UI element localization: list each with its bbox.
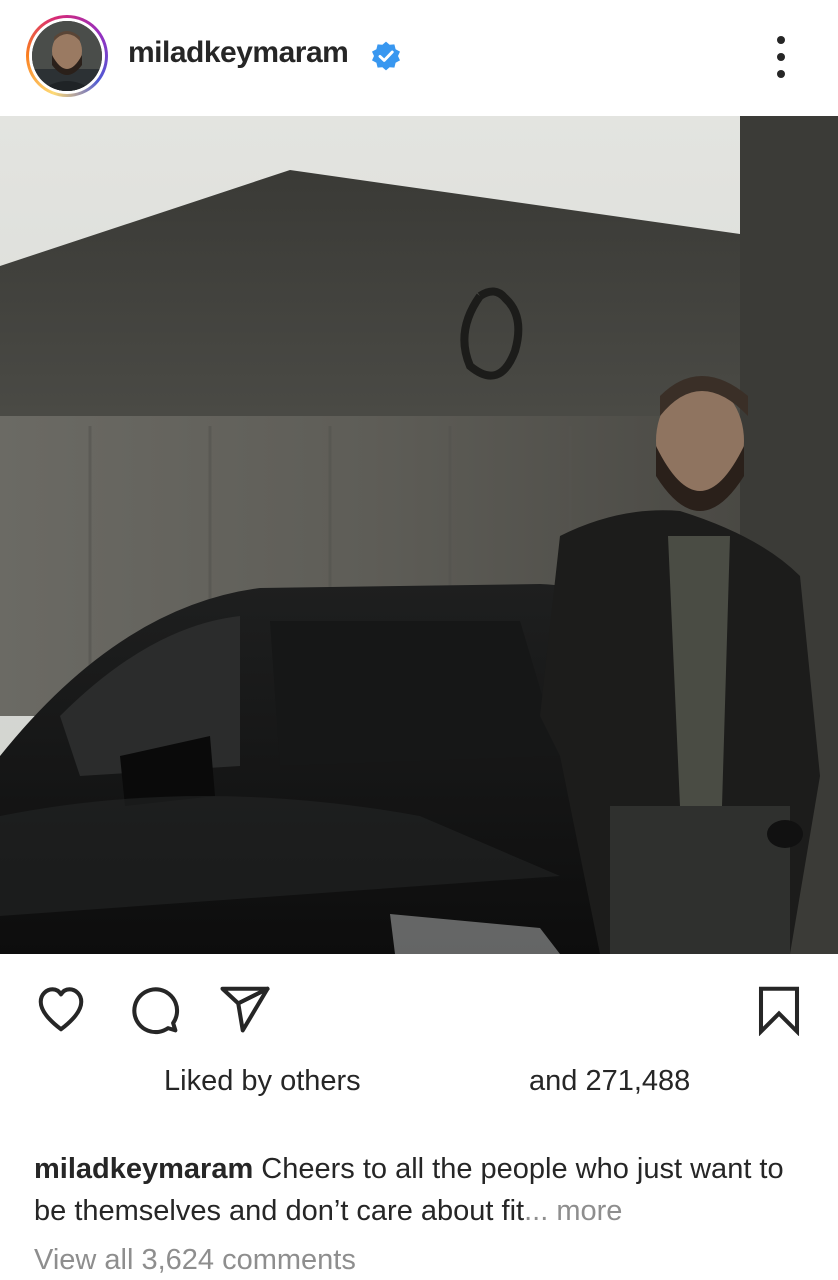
bookmark-icon[interactable] [752, 982, 806, 1036]
post-caption: miladkeymaram Cheers to all the people w… [34, 1148, 814, 1232]
avatar-image [32, 21, 102, 91]
instagram-post: miladkeymaram Liked by others and 271,48… [0, 0, 838, 1280]
verified-badge-icon [372, 41, 400, 71]
post-image [0, 116, 838, 954]
send-icon[interactable] [218, 982, 272, 1036]
post-photo[interactable] [0, 116, 838, 954]
heart-icon[interactable] [34, 982, 88, 1036]
caption-more-link[interactable]: more [548, 1195, 622, 1227]
more-options-icon[interactable] [766, 36, 796, 78]
view-all-comments-link[interactable]: View all 3,624 comments [34, 1240, 356, 1280]
story-ring[interactable] [26, 15, 108, 97]
likes-count[interactable]: and 271,488 [529, 1062, 690, 1100]
caption-username[interactable]: miladkeymaram [34, 1153, 253, 1185]
action-bar [0, 954, 838, 1064]
liked-by-text[interactable]: Liked by others [164, 1062, 494, 1100]
post-username[interactable]: miladkeymaram [128, 36, 349, 70]
caption-ellipsis: ... [524, 1195, 549, 1227]
comment-icon[interactable] [127, 982, 181, 1036]
avatar[interactable] [32, 21, 102, 91]
post-header: miladkeymaram [0, 0, 838, 116]
